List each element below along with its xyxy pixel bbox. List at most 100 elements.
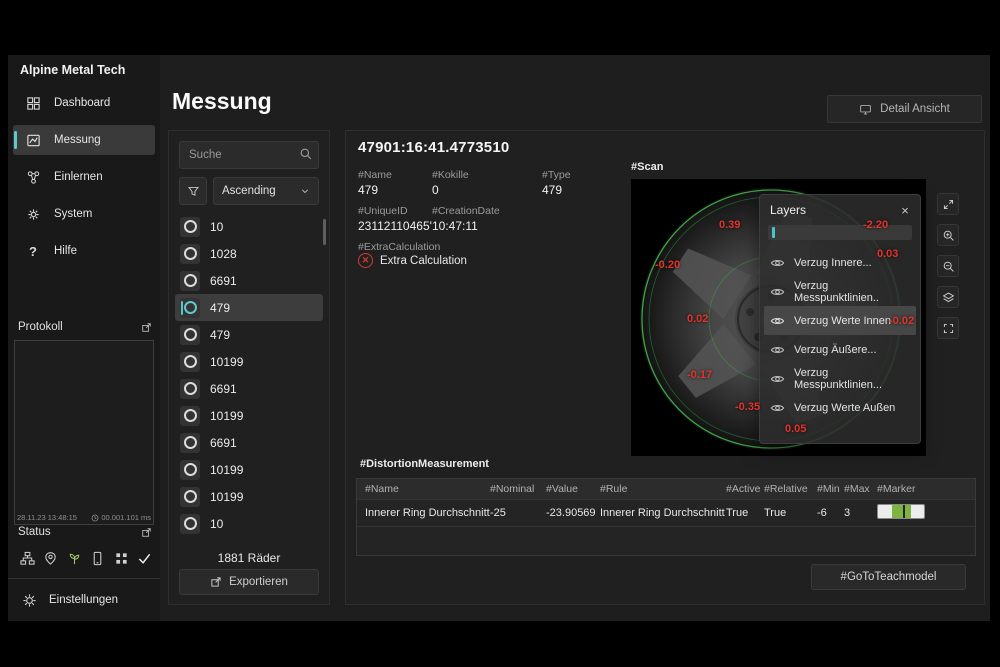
field-label: #ExtraCalculation <box>358 241 440 253</box>
eye-icon <box>770 286 785 298</box>
record-circle-icon <box>180 325 200 345</box>
settings-row[interactable]: Einstellungen <box>8 578 160 613</box>
list-item[interactable]: 479 <box>175 321 323 348</box>
scan-value: 0.39 <box>719 219 740 231</box>
measurement-icon <box>25 132 41 148</box>
sort-dropdown[interactable]: Ascending <box>213 177 319 205</box>
list-item[interactable]: 10 <box>175 510 323 537</box>
list-item[interactable]: 1028 <box>175 240 323 267</box>
dashboard-icon <box>25 95 41 111</box>
main-area: Messung Detail Ansicht Ascending <box>160 55 990 621</box>
list-scrollbar[interactable] <box>323 219 326 245</box>
scan-toolbar <box>937 193 959 348</box>
scan-value: -0.35 <box>735 401 760 413</box>
zoom-out-icon[interactable] <box>937 255 959 277</box>
export-label: Exportieren <box>229 576 288 588</box>
cell-rule: Innerer Ring Durchschnitt <box>600 507 726 519</box>
list-item[interactable]: 10 <box>175 213 323 240</box>
cell-relative: True <box>764 507 817 519</box>
layer-item[interactable]: Verzug Messpunktlinien... <box>764 364 916 393</box>
check-icon[interactable] <box>136 549 154 567</box>
open-in-new-icon[interactable] <box>141 527 152 538</box>
filter-button[interactable] <box>179 177 207 205</box>
layer-item[interactable]: Verzug Äußere... <box>764 335 916 364</box>
goto-teachmodel-button[interactable]: #GoToTeachmodel <box>811 564 966 590</box>
list-item[interactable]: 10199 <box>175 402 323 429</box>
table-row[interactable]: Innerer Ring Durchschnitt -25 -23.90569 … <box>357 499 975 526</box>
list-item[interactable]: 10199 <box>175 483 323 510</box>
cell-min: -6 <box>817 507 844 519</box>
list-item-selected[interactable]: 479 <box>175 294 323 321</box>
record-circle-icon <box>180 298 200 318</box>
close-icon[interactable]: × <box>896 201 914 219</box>
cell-nominal: -25 <box>490 507 546 519</box>
help-icon: ? <box>25 243 41 259</box>
export-icon <box>210 576 222 588</box>
list-item[interactable]: 10199 <box>175 456 323 483</box>
sidebar-item-messung[interactable]: Messung <box>13 125 155 155</box>
apps-grid-icon[interactable] <box>112 549 130 567</box>
status-header: Status <box>18 526 152 538</box>
fullscreen-icon[interactable] <box>937 317 959 339</box>
record-circle-icon <box>180 433 200 453</box>
field-value: 479 <box>542 183 562 197</box>
cell-value: -23.90569 <box>546 507 600 519</box>
app-window: Alpine Metal Tech Dashboard Messung Einl… <box>8 55 990 621</box>
layer-item[interactable]: Verzug Werte Außen <box>764 393 916 422</box>
sidebar-item-einlernen[interactable]: Einlernen <box>13 162 155 192</box>
eye-icon <box>770 257 785 269</box>
resize-arrows-icon[interactable] <box>937 193 959 215</box>
status-label: Status <box>18 526 51 538</box>
sprout-icon[interactable] <box>65 549 83 567</box>
field-value: 479 <box>358 183 378 197</box>
detail-title: 47901:16:41.4773510 <box>358 139 509 156</box>
device-icon[interactable] <box>89 549 107 567</box>
sidebar-item-label: Einlernen <box>54 171 103 183</box>
distortion-measurement-label: #DistortionMeasurement <box>360 458 489 470</box>
monitor-icon <box>859 103 872 116</box>
workflow-icon[interactable] <box>18 549 36 567</box>
field-label: #Kokille <box>432 169 469 181</box>
status-icon-bar <box>18 549 154 567</box>
sidebar-nav: Dashboard Messung Einlernen System <box>13 88 155 273</box>
sidebar-item-dashboard[interactable]: Dashboard <box>13 88 155 118</box>
list-item[interactable]: 6691 <box>175 375 323 402</box>
field-label: #Name <box>358 169 392 181</box>
protokoll-duration: 00.001.101 ms <box>101 513 151 522</box>
layers-icon[interactable] <box>937 286 959 308</box>
range-marker-widget <box>877 504 925 519</box>
record-circle-icon <box>180 352 200 372</box>
funnel-icon <box>187 185 200 198</box>
list-item[interactable]: 6691 <box>175 267 323 294</box>
protokoll-log-box[interactable]: 28.11.23 13:48:15 00.001.101 ms <box>14 340 154 525</box>
scan-value: -0.17 <box>687 369 712 381</box>
scan-value: 0.05 <box>785 423 806 435</box>
protokoll-header: Protokoll <box>18 321 152 333</box>
error-circle-x-icon: ✕ <box>358 253 373 268</box>
detail-view-button[interactable]: Detail Ansicht <box>827 95 982 123</box>
list-item[interactable]: 10199 <box>175 348 323 375</box>
sidebar-item-hilfe[interactable]: ? Hilfe <box>13 236 155 266</box>
export-button[interactable]: Exportieren <box>179 569 319 595</box>
record-circle-icon <box>180 271 200 291</box>
chevron-down-icon <box>300 186 310 196</box>
protokoll-label: Protokoll <box>18 321 63 333</box>
layers-opacity-slider[interactable] <box>768 225 912 240</box>
layer-item[interactable]: Verzug Messpunktlinien.. <box>764 277 916 306</box>
scan-value: 0.03 <box>877 248 898 260</box>
list-item[interactable]: 6691 <box>175 429 323 456</box>
measurement-detail-panel: 47901:16:41.4773510 #Name #Kokille #Type… <box>345 130 985 605</box>
location-pin-icon[interactable] <box>42 549 60 567</box>
eye-icon <box>770 344 785 356</box>
zoom-in-icon[interactable] <box>937 224 959 246</box>
cell-max: 3 <box>844 507 877 519</box>
sidebar-item-system[interactable]: System <box>13 199 155 229</box>
teach-nodes-icon <box>25 169 41 185</box>
field-label: #UniqueID <box>358 205 408 217</box>
scan-value: -0.02 <box>889 315 914 327</box>
open-in-new-icon[interactable] <box>141 322 152 333</box>
app-title: Alpine Metal Tech <box>20 63 125 77</box>
eye-icon <box>770 373 785 385</box>
search-input[interactable] <box>179 141 319 169</box>
cell-name: Innerer Ring Durchschnitt <box>365 507 490 519</box>
